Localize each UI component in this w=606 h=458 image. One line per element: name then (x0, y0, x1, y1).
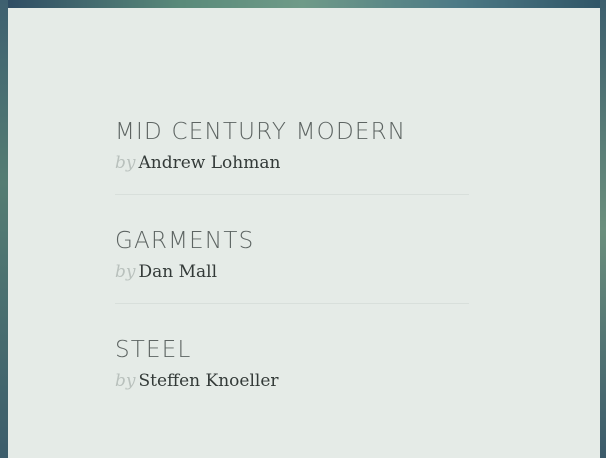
entry-title[interactable]: STEEL (115, 336, 469, 364)
entry-title[interactable]: MID CENTURY MODERN (115, 118, 469, 146)
list-item[interactable]: MID CENTURY MODERN by Andrew Lohman (115, 106, 469, 215)
divider (115, 303, 469, 304)
entry-title[interactable]: GARMENTS (115, 227, 469, 255)
divider (115, 194, 469, 195)
by-label: by (115, 371, 136, 391)
by-label: by (115, 153, 136, 173)
content-panel: MID CENTURY MODERN by Andrew Lohman GARME… (8, 8, 600, 458)
author-name[interactable]: Andrew Lohman (139, 153, 281, 173)
left-border (0, 0, 8, 458)
entry-byline: by Dan Mall (115, 259, 469, 285)
list-item[interactable]: GARMENTS by Dan Mall (115, 215, 469, 324)
entry-byline: by Steffen Knoeller (115, 368, 469, 394)
right-border (600, 0, 606, 458)
design-list: MID CENTURY MODERN by Andrew Lohman GARME… (115, 106, 469, 414)
list-item[interactable]: STEEL by Steffen Knoeller (115, 324, 469, 414)
header-strip (0, 0, 606, 8)
author-name[interactable]: Steffen Knoeller (139, 371, 279, 391)
author-name[interactable]: Dan Mall (139, 262, 218, 282)
entry-byline: by Andrew Lohman (115, 150, 469, 176)
by-label: by (115, 262, 136, 282)
